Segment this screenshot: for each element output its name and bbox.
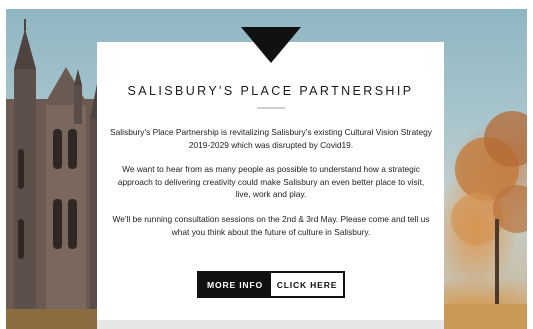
button-group: MORE INFO CLICK HERE: [197, 271, 345, 298]
consultation-paragraph: We'll be running consultation sessions o…: [112, 214, 430, 237]
feedback-paragraph: We want to hear from as many people as p…: [117, 164, 425, 200]
down-triangle-icon: [241, 27, 301, 63]
more-info-button[interactable]: MORE INFO: [199, 273, 271, 296]
intro-paragraph: Salisbury's Place Partnership is revital…: [110, 127, 432, 150]
page-title: SALISBURY'S PLACE PARTNERSHIP: [127, 84, 414, 98]
title-divider: [257, 107, 285, 109]
click-here-button[interactable]: CLICK HERE: [271, 273, 343, 296]
card-footer-strip: [97, 320, 444, 329]
